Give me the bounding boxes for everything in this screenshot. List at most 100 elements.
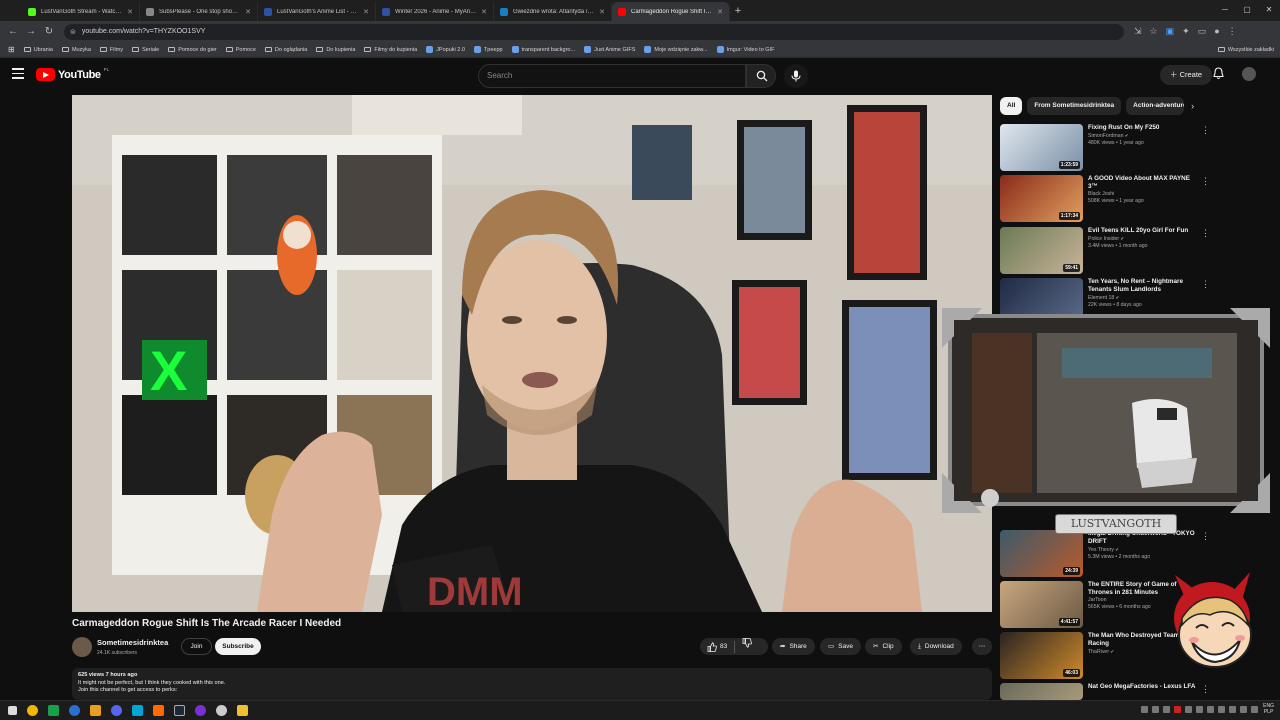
forward-icon[interactable]: →	[22, 26, 40, 37]
bookmark-item[interactable]: Pomoce	[225, 47, 256, 53]
share-button[interactable]: ➦ Share	[772, 638, 815, 655]
join-button[interactable]: Join	[181, 638, 212, 655]
youtube-logo[interactable]: YouTube PL	[36, 67, 109, 81]
browser-tab[interactable]: Carmageddon Rogue Shift Is Th... ✕	[612, 2, 730, 21]
minimize-button[interactable]: ─	[1214, 0, 1236, 20]
more-options-icon[interactable]: ⋮	[1201, 279, 1210, 290]
notifications-bell-icon[interactable]	[1213, 67, 1224, 85]
more-actions-button[interactable]: ⋯	[972, 638, 992, 655]
video-thumbnail[interactable]: 1:23:59	[1000, 124, 1083, 171]
url-field[interactable]: ⊜ youtube.com/watch?v=THYZKOO1SVY	[64, 23, 1124, 40]
recommended-video[interactable]: 1:23:59 Fixing Rust On My F250 SimonFordma…	[1000, 124, 1210, 171]
video-thumbnail[interactable]: 59:41	[1000, 227, 1083, 274]
bookmark-star-icon[interactable]: ☆	[1150, 26, 1158, 37]
start-menu-icon[interactable]	[8, 706, 17, 715]
recommended-video-title[interactable]: Ten Years, No Rent – Nightmare Tenants S…	[1088, 278, 1210, 294]
profile-icon[interactable]: ●	[1214, 26, 1219, 37]
obs-icon[interactable]	[216, 705, 227, 716]
bookmark-item[interactable]: transparent backgro...	[511, 46, 575, 53]
puzzle-icon[interactable]: ✦	[1182, 26, 1190, 37]
bookmark-item[interactable]: Moje wdzięnie zakw...	[644, 46, 708, 53]
channel-name[interactable]: Sometimesidrinktea	[97, 638, 168, 647]
recommended-video[interactable]: Nat Geo MegaFactories - Lexus LFA ⋮	[1000, 683, 1210, 700]
chip-action-adventure[interactable]: Action-adventure	[1126, 97, 1185, 115]
create-button[interactable]: ＋ Create	[1160, 65, 1213, 85]
new-tab-button[interactable]: +	[730, 2, 746, 21]
bookmark-item[interactable]: Filmy do kupienia	[364, 47, 417, 53]
sidebar-icon[interactable]: ▭	[1198, 26, 1207, 37]
search-input[interactable]: Search	[478, 64, 746, 88]
recommended-video-title[interactable]: Nat Geo MegaFactories - Lexus LFA	[1088, 683, 1210, 691]
close-window-button[interactable]: ✕	[1258, 0, 1280, 20]
vlc-icon[interactable]	[153, 705, 164, 716]
steam-icon[interactable]	[174, 705, 185, 716]
app-icon-green[interactable]	[48, 705, 59, 716]
app-icon-blue[interactable]	[69, 705, 80, 716]
video-thumbnail[interactable]: 24:39	[1000, 530, 1083, 577]
app-icon-orange[interactable]	[90, 705, 101, 716]
like-button[interactable]: 83	[707, 638, 727, 655]
apps-icon[interactable]: ⊞	[8, 45, 15, 54]
all-bookmarks[interactable]: Wszystkie zakładki	[1217, 47, 1274, 53]
install-icon[interactable]: ⇲	[1134, 26, 1142, 37]
chevron-right-icon[interactable]: ›	[1191, 101, 1194, 111]
file-explorer-icon[interactable]	[237, 705, 248, 716]
chip-from-channel[interactable]: From Sometimesidrinktea	[1027, 97, 1122, 115]
chip-all[interactable]: All	[1000, 97, 1023, 115]
recommended-video[interactable]: 1:17:34 A GOOD Video About MAX PAYNE 3™ Bl…	[1000, 175, 1210, 222]
recommended-channel-name[interactable]: Yes Theory ✔	[1088, 546, 1210, 554]
tab-close-icon[interactable]: ✕	[127, 8, 133, 16]
recommended-channel-name[interactable]: SimonFordman ✔	[1088, 132, 1210, 140]
bookmark-item[interactable]: Imgur: Video to GIF	[716, 46, 774, 53]
bookmark-item[interactable]: Ubrania	[23, 47, 53, 53]
bookmark-item[interactable]: Do oglądania	[264, 47, 307, 53]
recommended-video-title[interactable]: Evil Teens KILL 20yo Girl For Fun	[1088, 227, 1210, 235]
tray-icons[interactable]	[1141, 705, 1259, 713]
app-icon-cyan[interactable]	[132, 705, 143, 716]
video-thumbnail[interactable]: 46:03	[1000, 632, 1083, 679]
recommended-channel-name[interactable]: Black Joshi	[1088, 191, 1210, 198]
video-thumbnail[interactable]: 1:17:34	[1000, 175, 1083, 222]
menu-icon[interactable]: ⋮	[1228, 26, 1237, 37]
recommended-channel-name[interactable]: Element 18 ✔	[1088, 294, 1210, 302]
recommended-channel-name[interactable]: Police Insider ✔	[1088, 235, 1210, 243]
download-button[interactable]: ⤓ Download	[910, 638, 962, 655]
channel-avatar[interactable]	[72, 637, 92, 657]
video-description[interactable]: 625 views 7 hours ago It might not be pe…	[72, 668, 992, 700]
save-button[interactable]: ▭ Save	[820, 638, 861, 655]
recommended-video-title[interactable]: A GOOD Video About MAX PAYNE 3™	[1088, 175, 1210, 191]
more-options-icon[interactable]: ⋮	[1201, 125, 1210, 136]
search-button[interactable]	[746, 64, 776, 88]
recommended-video-title[interactable]: Fixing Rust On My F250	[1088, 124, 1210, 132]
browser-tab[interactable]: Gwiezdne wrota: Atlantyda / Sz... ✕	[494, 2, 612, 21]
bookmark-item[interactable]: Tpeepp	[473, 46, 503, 53]
recommended-video[interactable]: 59:41 Evil Teens KILL 20yo Girl For Fun Po…	[1000, 227, 1210, 274]
bookmark-item[interactable]: Do kupienia	[316, 47, 355, 53]
browser-tab[interactable]: SubsPlease - One stop shop fo... ✕	[140, 2, 258, 21]
extension-icon[interactable]: ▣	[1166, 26, 1175, 37]
language-indicator[interactable]: ENG PLP	[1263, 703, 1274, 715]
site-info-icon[interactable]: ⊜	[70, 28, 76, 36]
bookmark-item[interactable]: Just Anime GIFS	[584, 46, 635, 53]
more-options-icon[interactable]: ⋮	[1201, 684, 1210, 695]
hamburger-menu-icon[interactable]	[12, 68, 24, 80]
reload-icon[interactable]: ↻	[40, 26, 58, 37]
maximize-button[interactable]: ▢	[1236, 0, 1258, 20]
discord-icon[interactable]	[111, 705, 122, 716]
voice-search-button[interactable]	[784, 64, 808, 88]
back-icon[interactable]: ←	[4, 26, 22, 37]
twitch-icon[interactable]	[195, 705, 206, 716]
more-options-icon[interactable]: ⋮	[1201, 531, 1210, 542]
more-options-icon[interactable]: ⋮	[1201, 228, 1210, 239]
user-avatar[interactable]	[1242, 67, 1256, 81]
bookmark-item[interactable]: Muzyka	[61, 47, 91, 53]
clip-button[interactable]: ✂ Clip	[865, 638, 902, 655]
tab-close-icon[interactable]: ✕	[717, 8, 723, 16]
browser-tab[interactable]: LustVanGoth Stream - Watch L... ✕	[22, 2, 140, 21]
bookmark-item[interactable]: Pomoce do gier	[168, 47, 217, 53]
bookmark-item[interactable]: Seriale	[132, 47, 159, 53]
bookmark-item[interactable]: Filmy	[99, 47, 123, 53]
tab-close-icon[interactable]: ✕	[363, 8, 369, 16]
dislike-button[interactable]	[742, 638, 753, 655]
chrome-icon[interactable]	[27, 705, 38, 716]
